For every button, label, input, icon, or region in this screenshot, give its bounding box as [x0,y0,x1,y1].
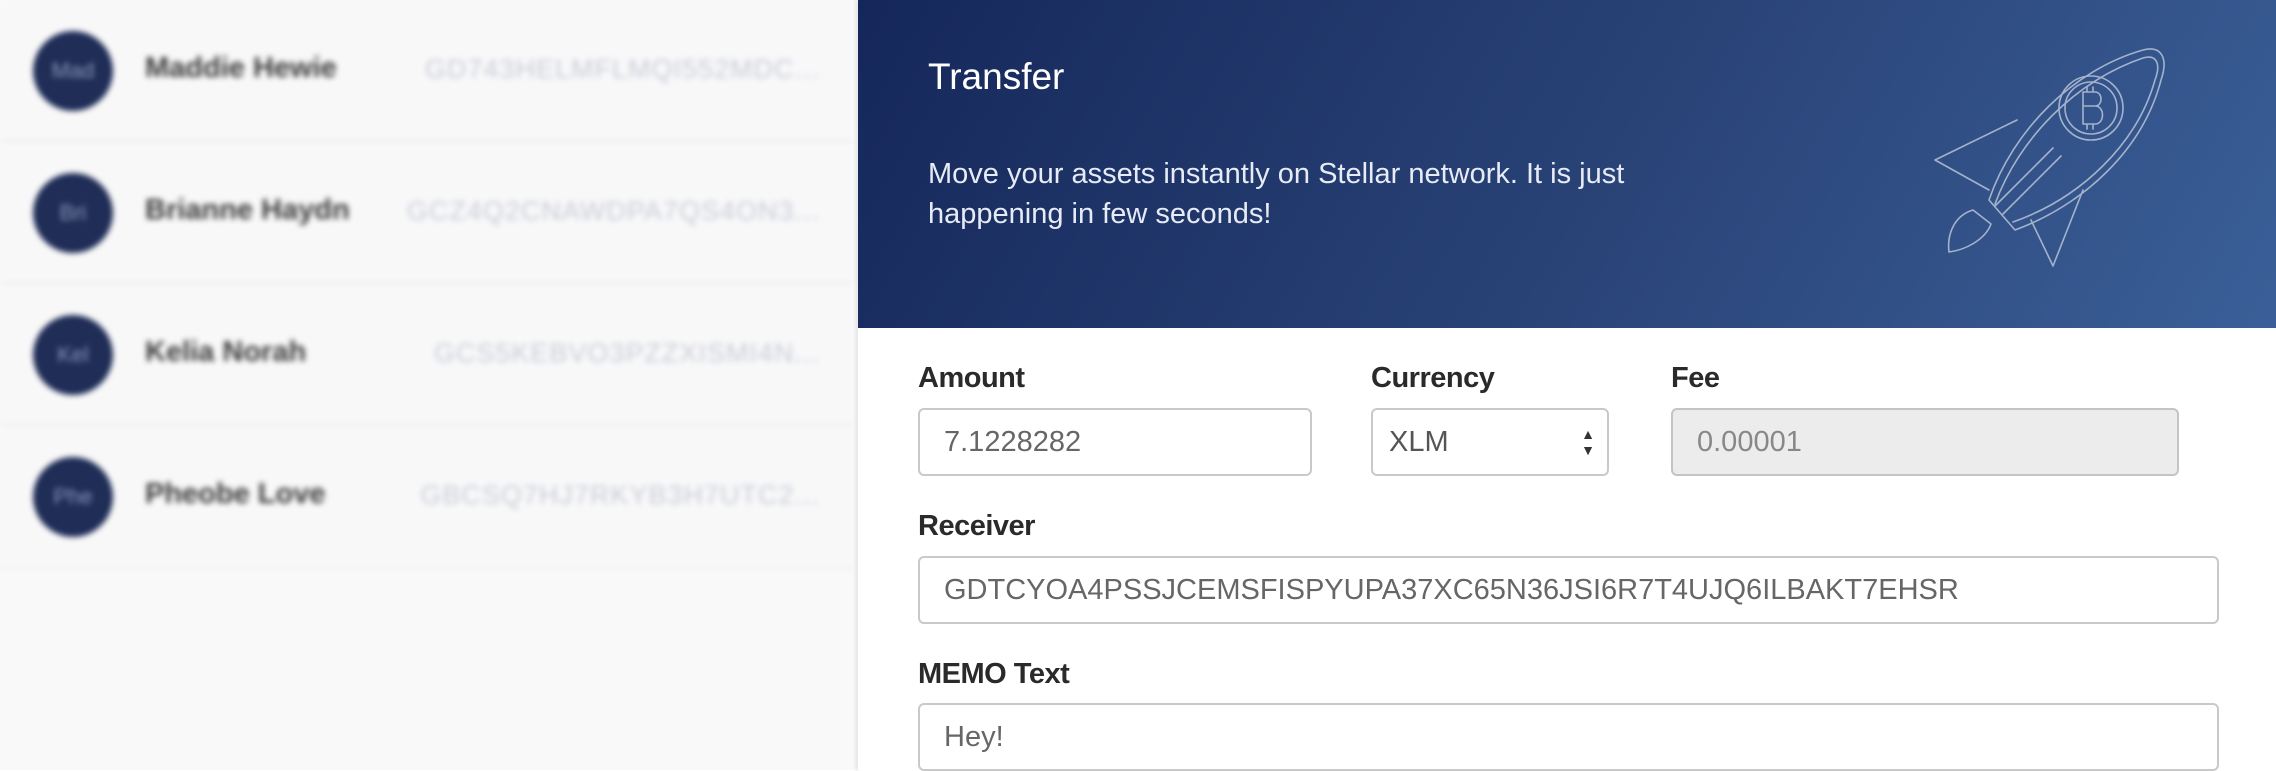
contact-address: GCZ4Q2CNAWDPA7QS4ON3... [406,196,820,226]
header-description: Move your assets instantly on Stellar ne… [928,158,1625,230]
memo-label: MEMO Text [918,658,1070,690]
contact-item[interactable]: Bri Brianne Haydn GCZ4Q2CNAWDPA7QS4ON3..… [0,142,855,284]
avatar: Mad [33,31,113,111]
contact-item[interactable]: Phe Pheobe Love GBCSQ7HJ7RKYB3H7UTC2... [0,426,855,568]
avatar: Bri [33,173,113,253]
receiver-label: Receiver [918,510,1035,542]
contact-name: Brianne Haydn [145,194,350,226]
fee-input [1671,408,2179,476]
contact-address: GD743HELMFLMQI552MDC... [424,54,820,84]
fee-label: Fee [1671,362,1720,394]
select-arrows-icon: ▲ ▼ [1581,426,1595,458]
memo-input[interactable] [918,703,2219,771]
receiver-input[interactable] [918,556,2219,624]
currency-select[interactable]: XLM ▲ ▼ [1371,408,1609,476]
page-title: Transfer [928,56,1065,97]
currency-label: Currency [1371,362,1495,394]
contacts-sidebar: Mad Maddie Hewie GD743HELMFLMQI552MDC...… [0,0,855,770]
amount-input[interactable] [918,408,1312,476]
contact-item[interactable]: Mad Maddie Hewie GD743HELMFLMQI552MDC... [0,0,855,142]
amount-label: Amount [918,362,1025,394]
contact-list: Mad Maddie Hewie GD743HELMFLMQI552MDC...… [0,0,855,568]
transfer-panel: Transfer Move your assets instantly on S… [858,0,2276,771]
contact-name: Pheobe Love [145,478,326,510]
contact-name: Maddie Hewie [145,52,337,84]
transfer-header: Transfer Move your assets instantly on S… [858,0,2276,328]
contact-name: Kelia Norah [145,336,307,368]
contact-item[interactable]: Kel Kelia Norah GCS5KEBVO3PZZXISMI4N... [0,284,855,426]
currency-value: XLM [1389,425,1449,458]
contact-address: GBCSQ7HJ7RKYB3H7UTC2... [420,480,820,510]
rocket-bitcoin-icon [1934,48,2165,267]
avatar: Phe [33,457,113,537]
contact-address: GCS5KEBVO3PZZXISMI4N... [433,338,820,368]
avatar: Kel [33,315,113,395]
